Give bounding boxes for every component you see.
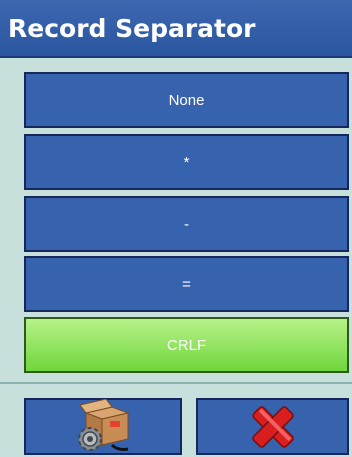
option-dash[interactable]: -	[24, 196, 349, 252]
cancel-button[interactable]	[196, 398, 349, 455]
option-crlf[interactable]: CRLF	[24, 317, 349, 373]
red-x-icon	[251, 405, 294, 448]
box-gear-icon	[78, 398, 130, 451]
option-label: =	[182, 275, 191, 293]
footer-toolbar	[0, 382, 352, 457]
option-label: CRLF	[166, 336, 207, 354]
setup-button[interactable]	[24, 398, 182, 455]
option-label: None	[168, 91, 205, 109]
option-label: -	[184, 215, 189, 233]
title-bar: Record Separator	[0, 0, 352, 58]
separator-options-list: None * - = CRLF	[0, 58, 352, 378]
option-label: *	[183, 153, 190, 171]
option-equals[interactable]: =	[24, 256, 349, 312]
option-asterisk[interactable]: *	[24, 134, 349, 190]
option-none[interactable]: None	[24, 72, 349, 128]
page-title: Record Separator	[8, 14, 256, 43]
